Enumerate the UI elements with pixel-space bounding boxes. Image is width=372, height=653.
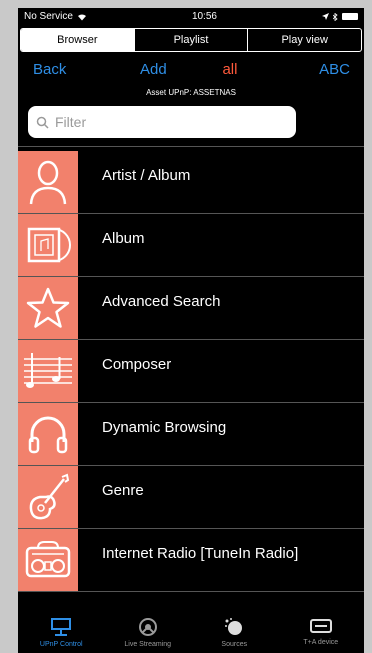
headphones-icon [28,416,68,454]
list-item-label: Genre [102,481,144,499]
sources-icon [225,618,243,635]
browse-list: Artist / Album Album Advanced Search Com… [18,151,364,592]
list-item-label: Dynamic Browsing [102,418,227,436]
guitar-icon [29,473,70,520]
phone-screen: No Service 10:56 Browser Playlist Play v… [18,8,364,653]
boombox-icon [25,541,71,578]
album-icon [27,227,71,263]
sheet-music-icon [24,353,72,388]
tab-label: Sources [221,641,248,648]
status-bar: No Service 10:56 [18,8,364,25]
wifi-icon [77,13,86,20]
tab-ta-device[interactable]: T+A device [278,611,365,653]
segment-playlist[interactable]: Playlist [133,29,248,51]
device-icon [309,619,332,633]
asset-source-label: Asset UPnP: ASSETNAS [146,88,236,97]
list-item-genre[interactable]: Genre [18,466,364,529]
list-item-label: Internet Radio [TuneIn Radio] [102,544,299,562]
battery-icon [342,13,358,20]
tab-upnp-control[interactable]: UPnP Control [18,611,105,653]
list-item-label: Album [102,229,145,247]
back-button[interactable]: Back [33,61,66,78]
tab-label: T+A device [303,639,339,646]
list-item-label: Artist / Album [102,166,191,184]
filter-box [28,106,296,138]
list-item-label: Advanced Search [102,292,221,310]
search-icon [36,116,49,129]
filter-input[interactable] [53,113,288,131]
abc-button[interactable]: ABC [319,61,350,78]
tab-label: Live Streaming [124,641,172,648]
list-item-artist-album[interactable]: Artist / Album [18,151,364,214]
bluetooth-icon [333,12,338,21]
live-streaming-icon [138,618,157,636]
list-item-dynamic-browsing[interactable]: Dynamic Browsing [18,403,364,466]
person-icon [29,160,67,205]
tab-live-streaming[interactable]: Live Streaming [105,611,192,653]
list-item-composer[interactable]: Composer [18,340,364,403]
clock: 10:56 [191,11,217,22]
star-icon [26,287,70,328]
list-item-label: Composer [102,355,172,373]
tab-label: UPnP Control [39,641,83,648]
carrier-label: No Service [24,11,73,22]
browser-nav-bar: Back Add all ABC [18,52,364,86]
all-button[interactable]: all [222,61,237,78]
segment-play-view[interactable]: Play view [247,29,361,51]
view-segmented-control: Browser Playlist Play view [20,28,362,52]
list-item-album[interactable]: Album [18,214,364,277]
segment-browser[interactable]: Browser [21,29,134,51]
list-item-advanced-search[interactable]: Advanced Search [18,277,364,340]
bottom-tab-bar: UPnP Control Live Streaming Sources T+A … [18,611,364,653]
add-button[interactable]: Add [140,61,167,78]
list-item-internet-radio[interactable]: Internet Radio [TuneIn Radio] [18,529,364,592]
upnp-control-icon [51,618,72,636]
tab-sources[interactable]: Sources [191,611,278,653]
location-icon [322,13,329,20]
